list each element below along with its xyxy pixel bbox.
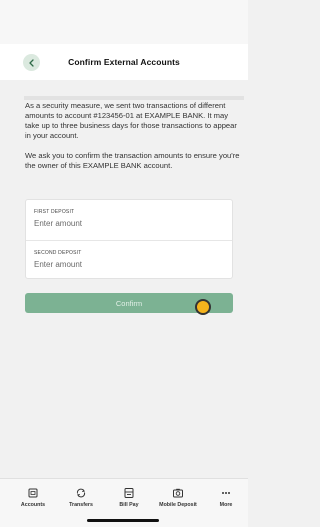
nav-item-accounts[interactable]: Accounts	[9, 487, 57, 508]
more-icon	[220, 487, 232, 499]
page-header: Confirm External Accounts	[0, 44, 248, 80]
accounts-icon	[27, 487, 39, 499]
status-bar	[0, 0, 248, 44]
nav-item-more[interactable]: More	[202, 487, 250, 508]
bill-pay-icon	[123, 487, 135, 499]
chevron-left-icon	[28, 58, 34, 67]
deposit-form: FIRST DEPOSIT SECOND DEPOSIT	[25, 199, 233, 279]
second-deposit-label: SECOND DEPOSIT	[34, 250, 82, 256]
transfers-icon	[75, 487, 87, 499]
section-divider	[24, 96, 244, 100]
second-deposit-field: SECOND DEPOSIT	[26, 240, 232, 280]
nav-label-bill-pay: Bill Pay	[119, 502, 139, 508]
nav-label-more: More	[219, 502, 233, 508]
back-button[interactable]	[23, 54, 40, 71]
page-title: Confirm External Accounts	[68, 57, 180, 67]
first-deposit-label: FIRST DEPOSIT	[34, 209, 75, 215]
nav-item-transfers[interactable]: Transfers	[57, 487, 105, 508]
confirm-instructions: We ask you to confirm the transaction am…	[25, 151, 240, 170]
nav-label-transfers: Transfers	[69, 502, 93, 508]
nav-label-mobile-deposit: Mobile Deposit	[159, 502, 197, 508]
second-deposit-input[interactable]	[34, 260, 224, 269]
security-message: As a security measure, we sent two trans…	[25, 101, 237, 140]
first-deposit-input[interactable]	[34, 219, 224, 228]
nav-item-mobile-deposit[interactable]: Mobile Deposit	[154, 487, 202, 508]
nav-item-bill-pay[interactable]: Bill Pay	[105, 487, 153, 508]
nav-label-accounts: Accounts	[20, 502, 46, 508]
camera-icon	[172, 487, 184, 499]
touch-cursor	[195, 299, 211, 315]
first-deposit-field: FIRST DEPOSIT	[26, 200, 232, 240]
home-indicator	[87, 519, 159, 522]
